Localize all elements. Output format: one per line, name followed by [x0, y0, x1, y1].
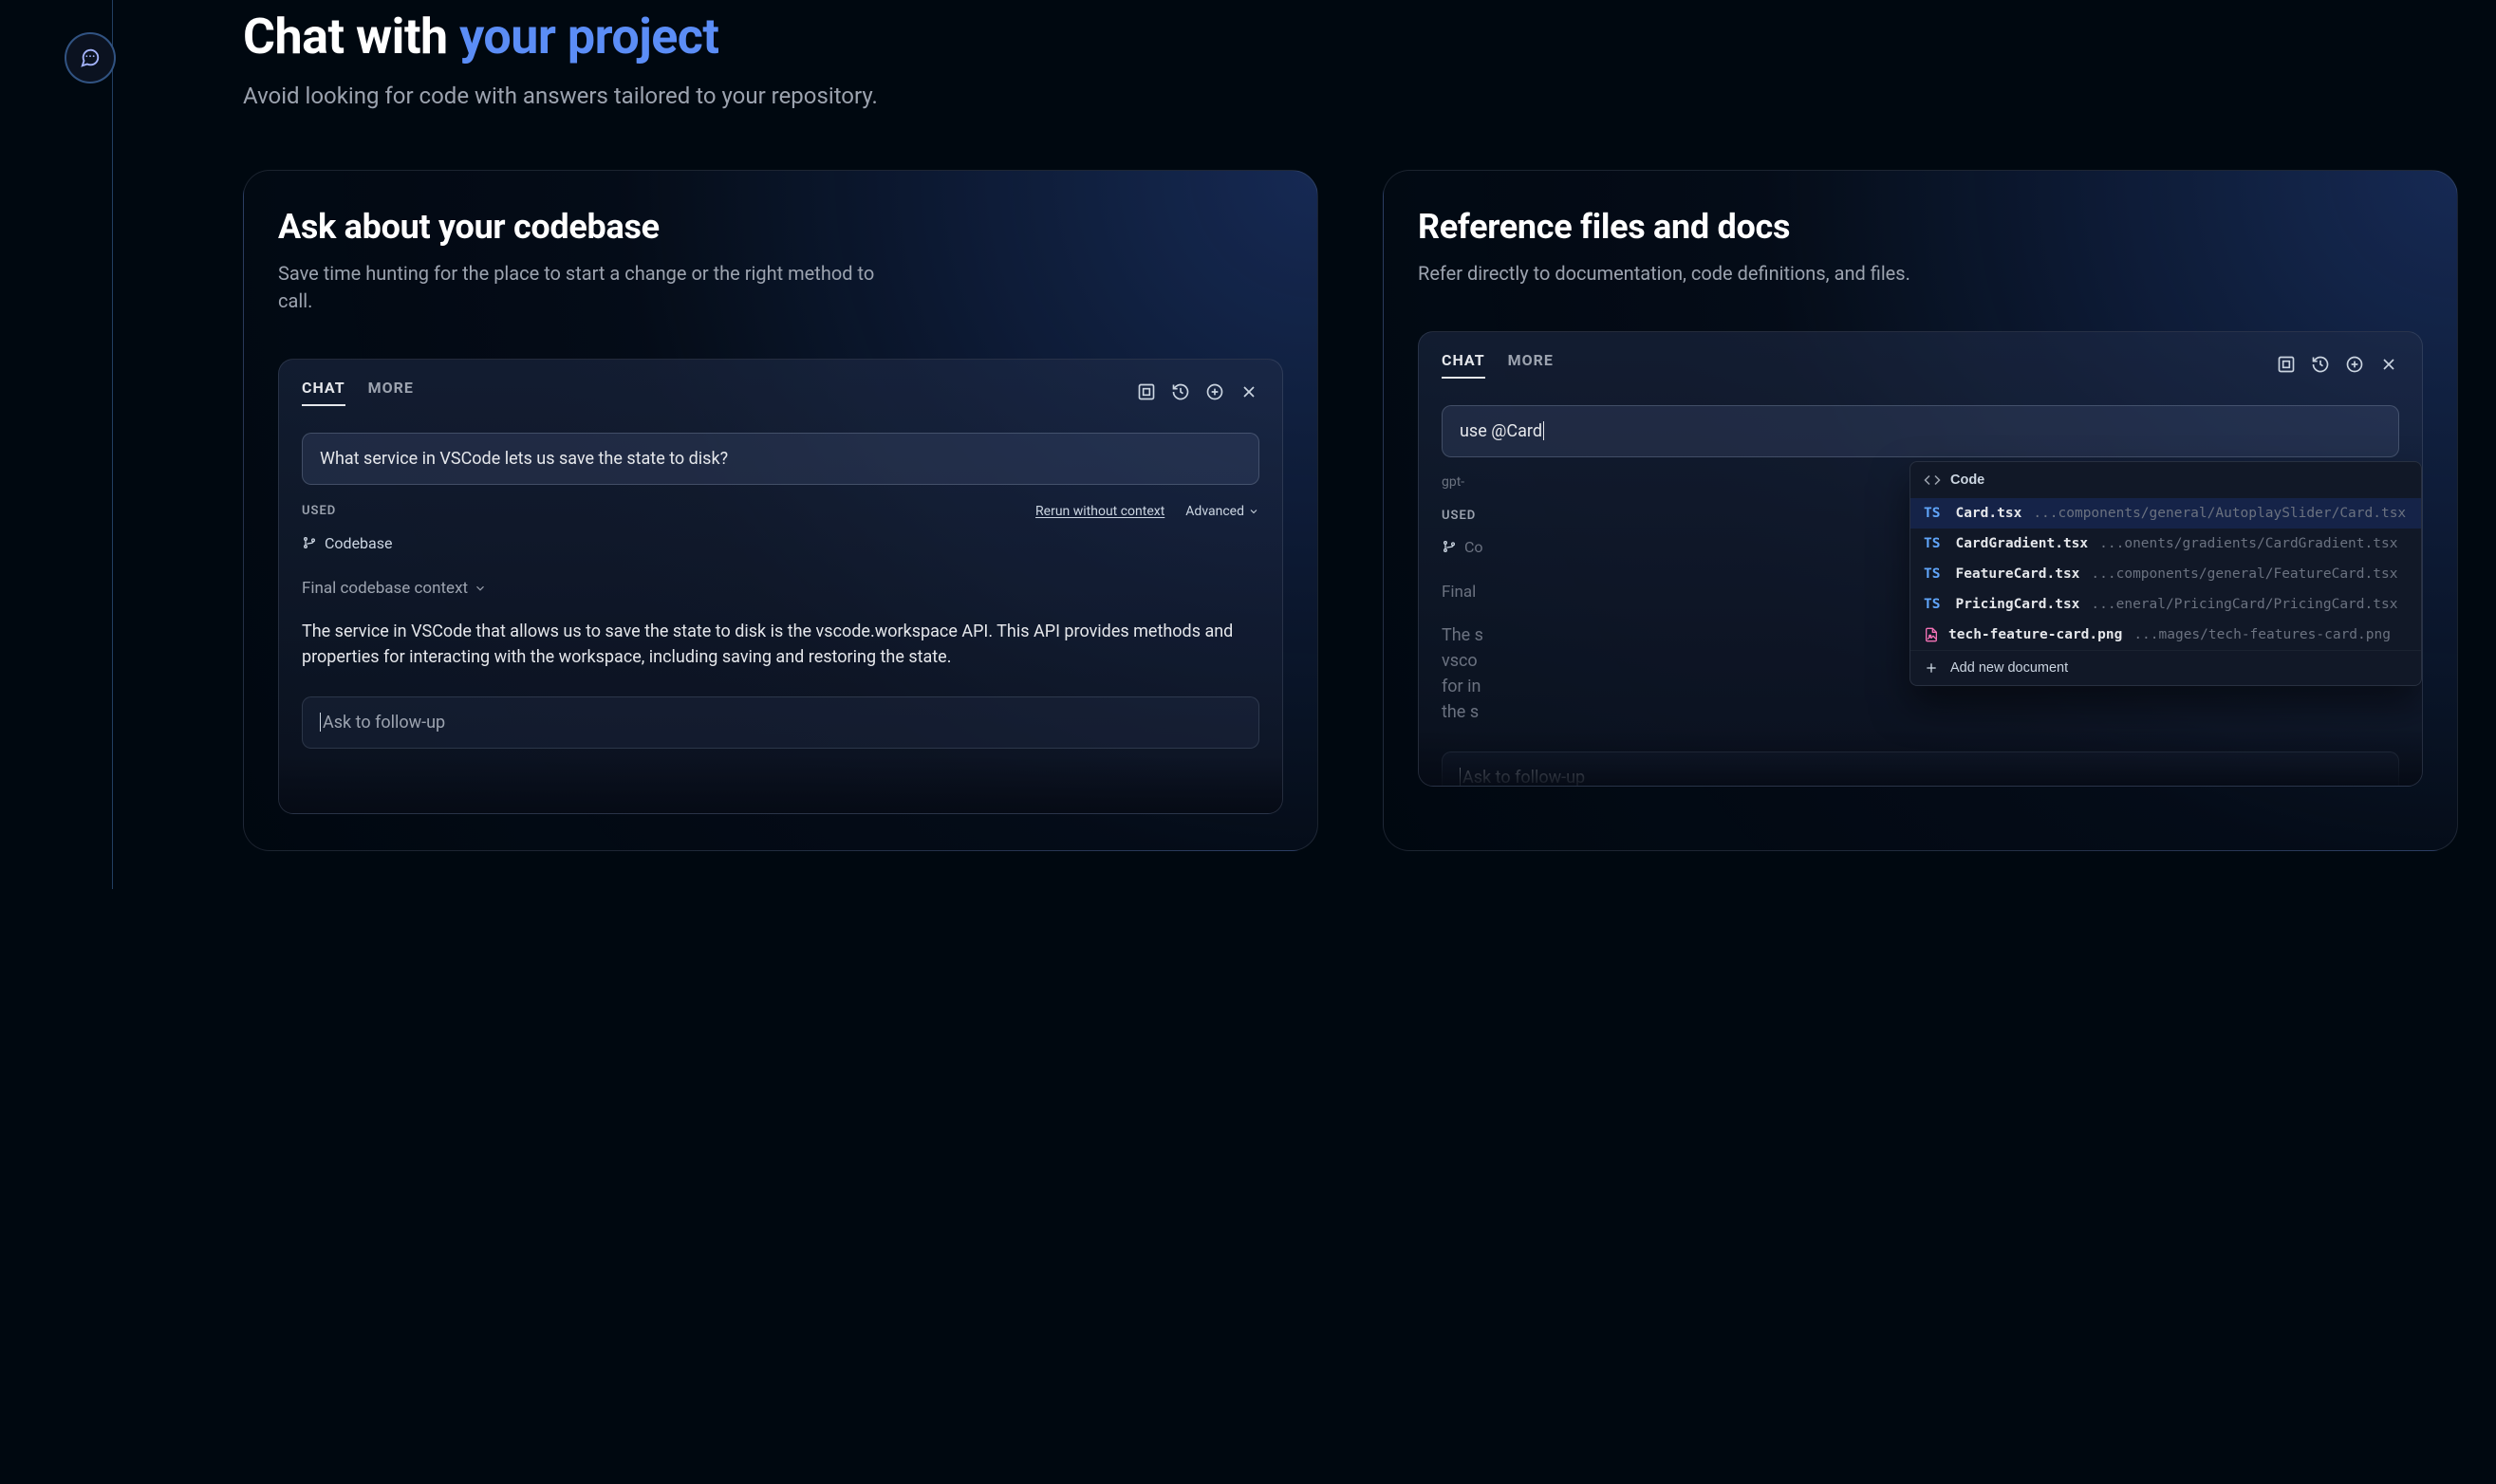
- chat-panel-1: CHAT MORE What service in VSCode lets us…: [278, 359, 1283, 814]
- chat-panel-2: CHAT MORE use @Card gpt- USED: [1418, 331, 2423, 787]
- expand-icon[interactable]: [1136, 381, 1157, 402]
- chat-input-value: use @Card: [1460, 421, 1542, 441]
- hero-title-plain: Chat with: [243, 8, 459, 65]
- image-file-icon: [1924, 627, 1939, 642]
- feature-card-references: Reference files and docs Refer directly …: [1383, 170, 2458, 851]
- plus-icon[interactable]: [1204, 381, 1225, 402]
- rerun-link[interactable]: Rerun without context: [1035, 504, 1164, 519]
- chat-answer: The service in VSCode that allows us to …: [302, 619, 1259, 670]
- branch-icon: [1442, 539, 1457, 554]
- followup-placeholder: Ask to follow-up: [1462, 768, 1585, 787]
- suggest-filename: PricingCard.tsx: [1955, 597, 2079, 612]
- ts-badge: TS: [1924, 536, 1940, 551]
- plus-icon[interactable]: [2344, 354, 2365, 375]
- advanced-toggle[interactable]: Advanced: [1185, 504, 1259, 519]
- feature-card-codebase: Ask about your codebase Save time huntin…: [243, 170, 1318, 851]
- close-icon[interactable]: [2378, 354, 2399, 375]
- suggest-row[interactable]: tech-feature-card.png ...mages/tech-featu…: [1910, 620, 2421, 650]
- card1-title: Ask about your codebase: [278, 207, 1283, 247]
- chat-input-2[interactable]: use @Card: [1442, 405, 2399, 457]
- chat-input-1[interactable]: What service in VSCode lets us save the …: [302, 433, 1259, 485]
- followup-placeholder: Ask to follow-up: [323, 713, 445, 733]
- text-cursor: [1460, 768, 1461, 787]
- close-icon[interactable]: [1239, 381, 1259, 402]
- tab-chat[interactable]: CHAT: [1442, 351, 1485, 379]
- chat-icon: [65, 32, 116, 83]
- suggest-header: Code: [1910, 462, 2421, 498]
- suggest-filepath: ...components/general/AutoplaySlider/Car…: [2033, 506, 2408, 521]
- hero-title: Chat with your project: [243, 9, 2458, 64]
- plus-icon: [1924, 660, 1939, 676]
- card1-subtitle: Save time hunting for the place to start…: [278, 260, 885, 315]
- used-label: USED: [1442, 509, 1476, 523]
- followup-input-2[interactable]: Ask to follow-up: [1442, 751, 2399, 787]
- history-icon[interactable]: [1170, 381, 1191, 402]
- chevron-down-icon: [474, 582, 487, 595]
- ts-badge: TS: [1924, 566, 1940, 582]
- suggest-filename: CardGradient.tsx: [1955, 536, 2088, 551]
- expand-icon[interactable]: [2276, 354, 2297, 375]
- code-icon: [1924, 472, 1941, 489]
- suggest-filepath: ...eneral/PricingCard/PricingCard.tsx: [2091, 597, 2408, 612]
- used-label: USED: [302, 504, 336, 518]
- suggest-filepath: ...components/general/FeatureCard.tsx: [2091, 566, 2408, 582]
- chat-input-value: What service in VSCode lets us save the …: [320, 449, 728, 469]
- suggest-row[interactable]: TS PricingCard.tsx ...eneral/PricingCard/P…: [1910, 589, 2421, 620]
- suggest-row[interactable]: TS FeatureCard.tsx ...components/general/F…: [1910, 559, 2421, 589]
- followup-input-1[interactable]: Ask to follow-up: [302, 696, 1259, 749]
- hero-subtitle: Avoid looking for code with answers tail…: [243, 81, 964, 113]
- text-cursor: [320, 713, 321, 732]
- codebase-chip[interactable]: Co: [1442, 538, 1483, 556]
- tab-chat[interactable]: CHAT: [302, 379, 345, 406]
- hero-title-accent: your project: [459, 8, 718, 65]
- context-toggle[interactable]: Final codebase context: [302, 579, 1259, 598]
- ts-badge: TS: [1924, 597, 1940, 612]
- text-cursor: [1543, 421, 1544, 440]
- card2-subtitle: Refer directly to documentation, code de…: [1418, 260, 2025, 288]
- tab-more[interactable]: MORE: [368, 379, 414, 406]
- tab-more[interactable]: MORE: [1508, 351, 1554, 379]
- add-document-row[interactable]: Add new document: [1910, 650, 2421, 685]
- suggest-row[interactable]: TS CardGradient.tsx ...onents/gradients/Ca…: [1910, 529, 2421, 559]
- suggest-row[interactable]: TS Card.tsx ...components/general/Autoplay…: [1910, 498, 2421, 529]
- suggest-filepath: ...onents/gradients/CardGradient.tsx: [2099, 536, 2408, 551]
- chevron-down-icon: [1248, 506, 1259, 517]
- branch-icon: [302, 535, 317, 550]
- history-icon[interactable]: [2310, 354, 2331, 375]
- fade-overlay: [279, 756, 1282, 813]
- suggest-filepath: ...mages/tech-features-card.png: [2133, 627, 2408, 642]
- suggest-filename: FeatureCard.tsx: [1955, 566, 2079, 582]
- suggest-filename: Card.tsx: [1955, 506, 2021, 521]
- codebase-chip[interactable]: Codebase: [302, 534, 392, 552]
- ts-badge: TS: [1924, 506, 1940, 521]
- suggest-filename: tech-feature-card.png: [1948, 627, 2122, 642]
- code-suggest-popup: Code TS Card.tsx ...components/general/Aut…: [1909, 461, 2422, 686]
- card2-title: Reference files and docs: [1418, 207, 2423, 247]
- timeline-line: [112, 0, 113, 889]
